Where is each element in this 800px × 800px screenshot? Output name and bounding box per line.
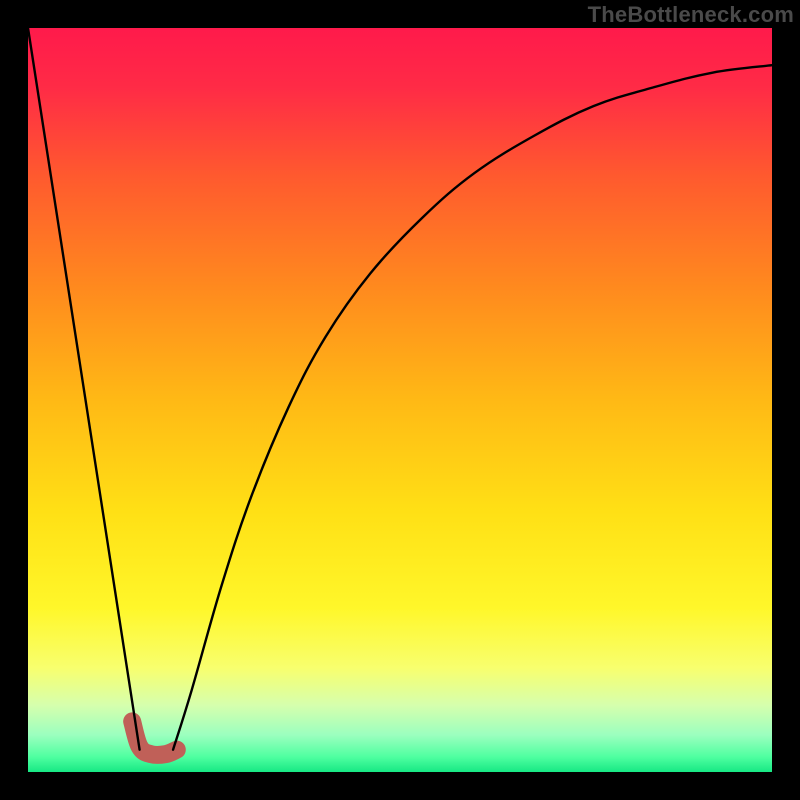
watermark-text: TheBottleneck.com: [588, 2, 794, 28]
plot-area: [28, 28, 772, 772]
chart-frame: TheBottleneck.com: [0, 0, 800, 800]
gradient-background: [28, 28, 772, 772]
chart-svg: [28, 28, 772, 772]
